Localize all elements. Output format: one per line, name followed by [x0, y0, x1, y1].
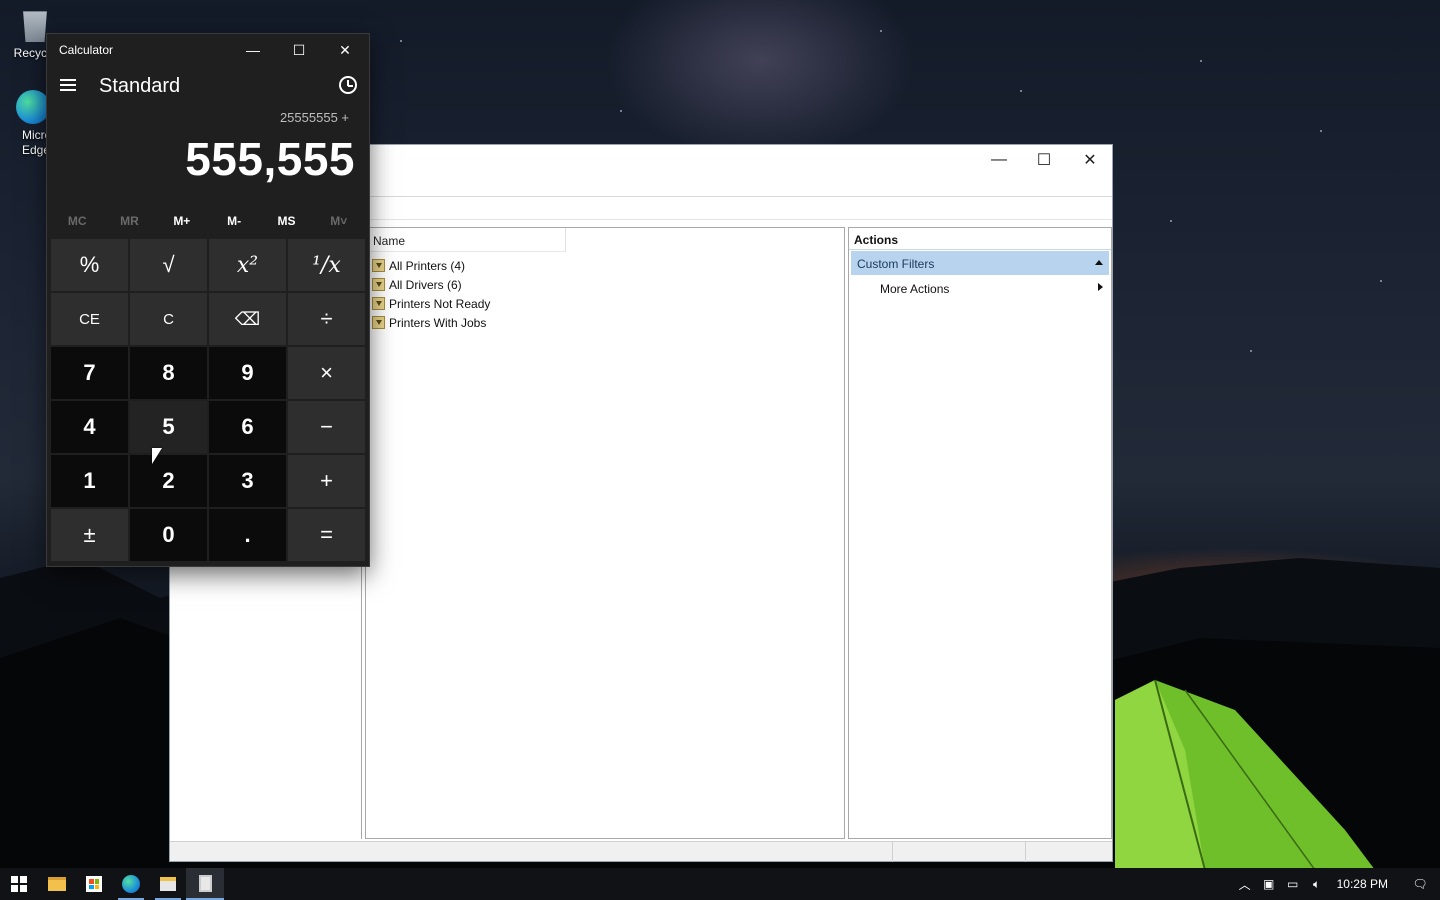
- digit-4-button[interactable]: 4: [51, 401, 128, 453]
- volume-icon[interactable]: 🔈︎: [1305, 868, 1329, 900]
- memory-row: MC MR M+ M- MS M˅: [51, 210, 365, 232]
- taskbar-microsoft-store[interactable]: [75, 868, 113, 900]
- tent-image: [1115, 679, 1374, 868]
- digit-7-button[interactable]: 7: [51, 347, 128, 399]
- calc-maximize-button[interactable]: ☐: [276, 34, 322, 66]
- result-display: 555,555: [185, 133, 355, 185]
- list-item-all-drivers[interactable]: All Drivers (6): [372, 275, 490, 294]
- filter-list: All Printers (4) All Drivers (6) Printer…: [372, 256, 490, 332]
- square-button[interactable]: x²: [209, 239, 286, 291]
- pm-close-button[interactable]: ✕: [1067, 145, 1113, 175]
- expression-display: 25555555 +: [279, 110, 349, 125]
- filter-icon: [372, 316, 385, 329]
- submenu-arrow-icon: [1098, 283, 1103, 291]
- backspace-button[interactable]: ⌫: [209, 293, 286, 345]
- memory-recall-button[interactable]: MR: [103, 210, 155, 232]
- filter-icon: [372, 259, 385, 272]
- square-root-button[interactable]: √: [130, 239, 207, 291]
- actions-pane: Actions Custom Filters More Actions: [848, 227, 1112, 839]
- clock[interactable]: 10:28 PM: [1329, 877, 1400, 891]
- calculator-mode-title: Standard: [99, 75, 181, 97]
- memory-list-button[interactable]: M˅: [313, 210, 365, 232]
- digit-2-button[interactable]: 2: [130, 455, 207, 507]
- mouse-cursor-icon: [152, 448, 162, 464]
- hamburger-menu-icon[interactable]: [60, 79, 76, 91]
- keypad: % √ x² ¹/x CE C ⌫ ÷ 7 8 9 × 4 5 6 − 1 2 …: [51, 239, 366, 561]
- actions-header: Actions: [849, 228, 1111, 250]
- history-icon[interactable]: [339, 76, 357, 94]
- edge-icon: [16, 90, 50, 124]
- calculator-icon: [198, 874, 212, 892]
- action-more-actions[interactable]: More Actions: [849, 276, 1111, 300]
- notifications-icon[interactable]: 🗨︎: [1400, 868, 1440, 900]
- windows-logo-icon: [11, 876, 27, 892]
- pm-minimize-button[interactable]: —: [976, 145, 1022, 175]
- decimal-button[interactable]: .: [209, 509, 286, 561]
- taskbar-calculator[interactable]: [186, 868, 224, 900]
- clear-button[interactable]: C: [130, 293, 207, 345]
- taskbar-edge[interactable]: [112, 868, 150, 900]
- system-tray: ︿ ▣ ▭ 🔈︎ 10:28 PM 🗨︎: [1233, 868, 1440, 900]
- pm-list-pane: Name All Printers (4) All Drivers (6) Pr…: [365, 227, 845, 839]
- network-icon[interactable]: ▭: [1281, 868, 1305, 900]
- column-header-name[interactable]: Name: [366, 228, 566, 252]
- printer-icon: [160, 877, 176, 891]
- meet-now-icon[interactable]: ▣: [1257, 868, 1281, 900]
- clear-entry-button[interactable]: CE: [51, 293, 128, 345]
- taskbar: ︿ ▣ ▭ 🔈︎ 10:28 PM 🗨︎: [0, 868, 1440, 900]
- list-item-all-printers[interactable]: All Printers (4): [372, 256, 490, 275]
- digit-3-button[interactable]: 3: [209, 455, 286, 507]
- pm-status-bar: [170, 841, 1112, 862]
- filter-icon: [372, 278, 385, 291]
- digit-6-button[interactable]: 6: [209, 401, 286, 453]
- digit-5-button[interactable]: 5: [130, 401, 207, 453]
- taskbar-print-management[interactable]: [149, 868, 187, 900]
- memory-subtract-button[interactable]: M-: [208, 210, 260, 232]
- calculator-header: Standard: [47, 66, 369, 106]
- memory-add-button[interactable]: M+: [156, 210, 208, 232]
- reciprocal-button[interactable]: ¹/x: [288, 239, 365, 291]
- edge-icon: [122, 875, 140, 893]
- digit-1-button[interactable]: 1: [51, 455, 128, 507]
- list-item-printers-not-ready[interactable]: Printers Not Ready: [372, 294, 490, 313]
- digit-9-button[interactable]: 9: [209, 347, 286, 399]
- percent-button[interactable]: %: [51, 239, 128, 291]
- taskbar-file-explorer[interactable]: [38, 868, 76, 900]
- multiply-button[interactable]: ×: [288, 347, 365, 399]
- divide-button[interactable]: ÷: [288, 293, 365, 345]
- add-button[interactable]: +: [288, 455, 365, 507]
- negate-button[interactable]: ±: [51, 509, 128, 561]
- chevron-up-icon[interactable]: ︿: [1233, 868, 1257, 900]
- list-item-printers-with-jobs[interactable]: Printers With Jobs: [372, 313, 490, 332]
- calculator-title: Calculator: [59, 43, 114, 57]
- pm-maximize-button[interactable]: ☐: [1021, 145, 1067, 175]
- equals-button[interactable]: =: [288, 509, 365, 561]
- filter-icon: [372, 297, 385, 310]
- folder-icon: [48, 877, 66, 891]
- memory-clear-button[interactable]: MC: [51, 210, 103, 232]
- start-button[interactable]: [0, 868, 38, 900]
- calculator-titlebar[interactable]: Calculator — ☐ ✕: [47, 34, 369, 66]
- collapse-arrow-icon[interactable]: [1095, 260, 1103, 265]
- calc-minimize-button[interactable]: —: [230, 34, 276, 66]
- store-icon: [86, 876, 102, 892]
- memory-store-button[interactable]: MS: [260, 210, 312, 232]
- subtract-button[interactable]: −: [288, 401, 365, 453]
- actions-section-custom-filters[interactable]: Custom Filters: [851, 251, 1109, 275]
- digit-8-button[interactable]: 8: [130, 347, 207, 399]
- calc-close-button[interactable]: ✕: [322, 34, 368, 66]
- digit-0-button[interactable]: 0: [130, 509, 207, 561]
- calculator-window: Calculator — ☐ ✕ Standard 25555555 + 555…: [47, 34, 369, 566]
